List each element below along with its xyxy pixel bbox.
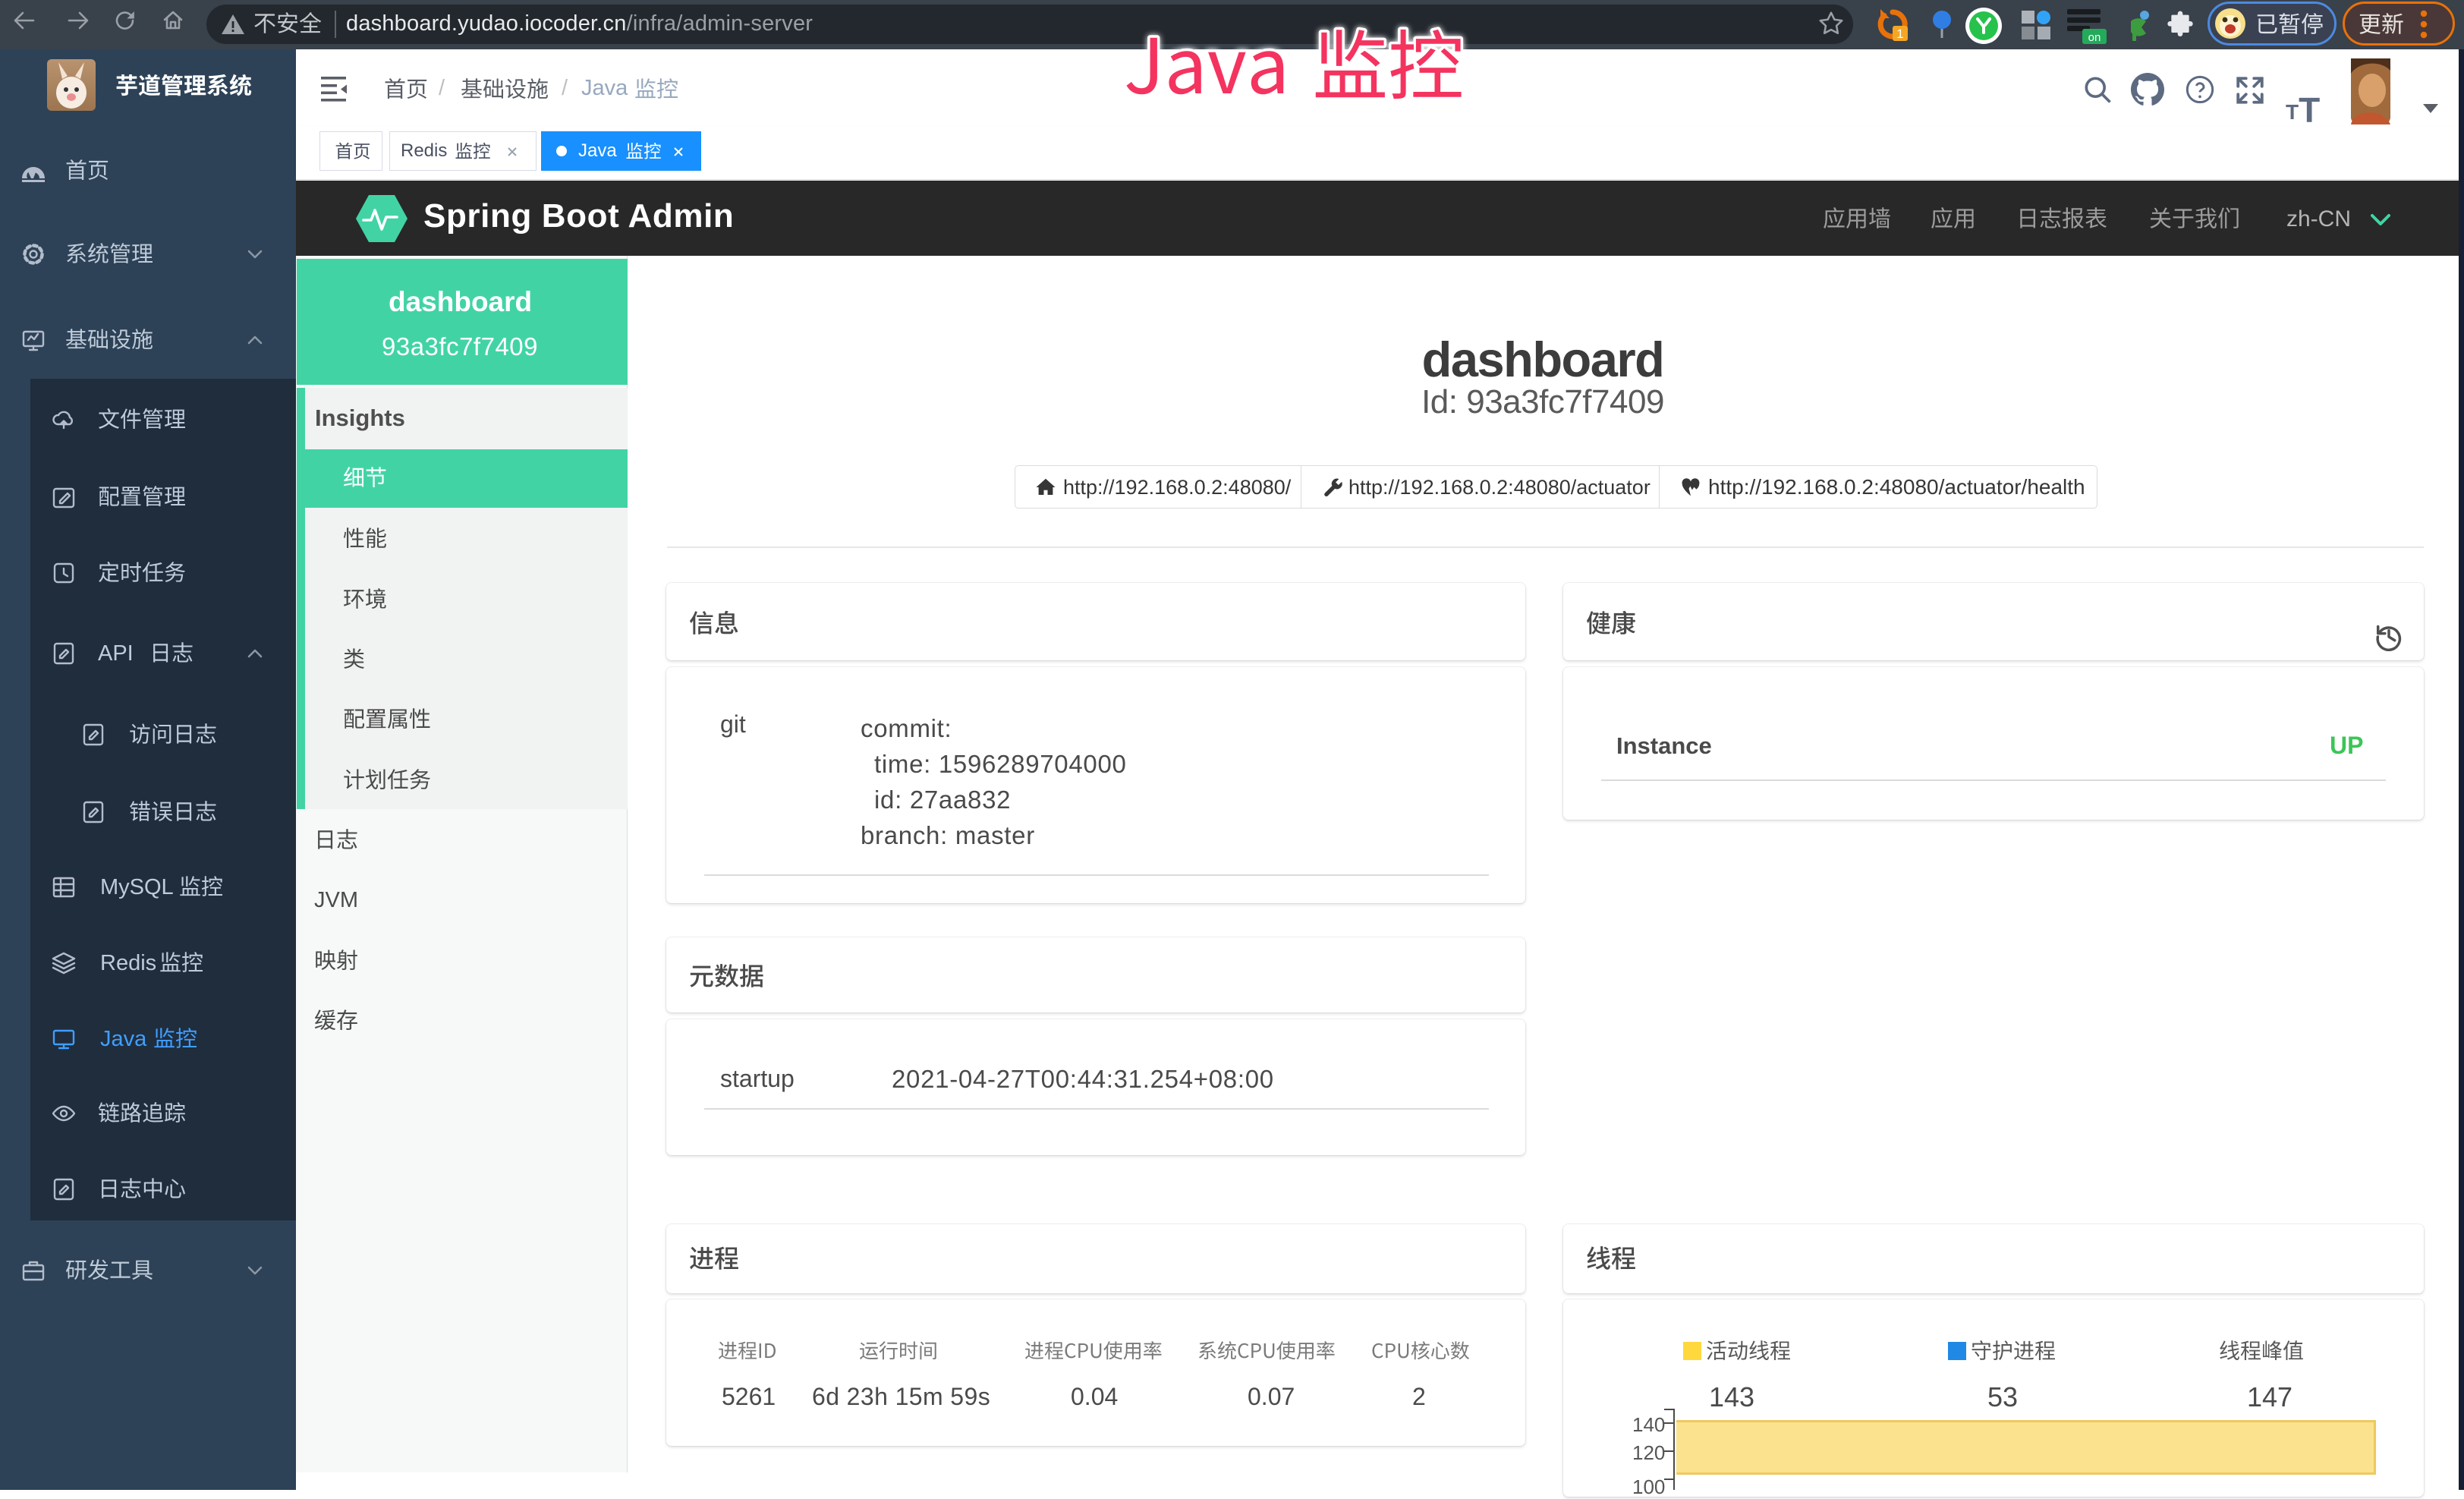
svg-text:1: 1 xyxy=(1896,27,1903,41)
svg-text:on: on xyxy=(2088,31,2101,44)
